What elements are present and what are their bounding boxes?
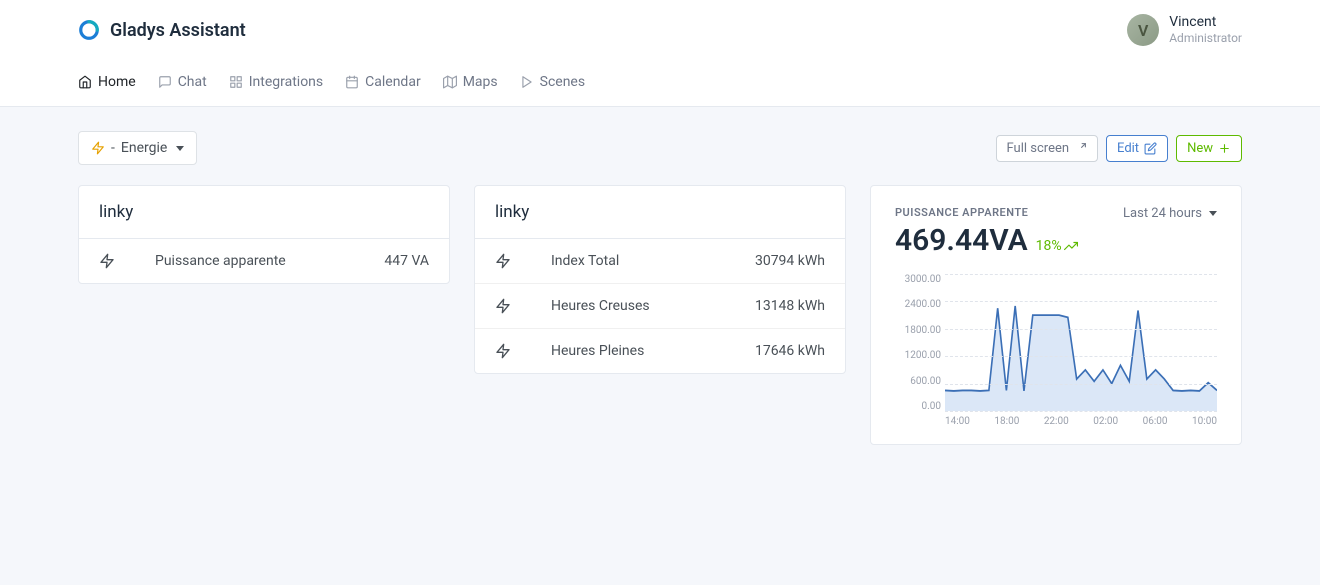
nav-scenes[interactable]: Scenes (520, 70, 585, 94)
chart-y-axis: 3000.002400.001800.001200.00600.000.00 (895, 274, 941, 412)
chart-title: PUISSANCE APPARENTE (895, 206, 1028, 219)
brand[interactable]: Gladys Assistant (78, 19, 246, 41)
chevron-down-icon (176, 146, 184, 151)
user-role: Administrator (1169, 31, 1242, 45)
map-icon (443, 75, 457, 89)
avatar: V (1127, 14, 1159, 46)
maximize-icon (1074, 142, 1087, 155)
zap-icon (495, 343, 511, 359)
fullscreen-button[interactable]: Full screen (996, 135, 1099, 162)
brand-title: Gladys Assistant (110, 20, 246, 41)
zap-icon (495, 298, 511, 314)
chart-range-selector[interactable]: Last 24 hours (1123, 206, 1217, 221)
card-title: linky (79, 186, 449, 239)
card-row: Index Total 30794 kWh (475, 239, 845, 284)
user-menu[interactable]: V Vincent Administrator (1127, 14, 1242, 46)
chart-line (945, 274, 1217, 411)
chart-delta: 18% (1036, 238, 1078, 254)
card-row: Heures Pleines 17646 kWh (475, 329, 845, 373)
zap-icon (91, 141, 105, 155)
nav-calendar[interactable]: Calendar (345, 70, 421, 94)
edit-icon (1144, 142, 1157, 155)
card-row: Puissance apparente 447 VA (79, 239, 449, 283)
card-title: linky (475, 186, 845, 239)
dashboard-selector[interactable]: - Energie (78, 131, 197, 165)
nav-maps[interactable]: Maps (443, 70, 498, 94)
card-linky-2: linky Index Total 30794 kWh Heures Creus… (474, 185, 846, 374)
chart-value: 469.44VA (895, 223, 1028, 258)
card-row: Heures Creuses 13148 kWh (475, 284, 845, 329)
new-button[interactable]: New (1176, 135, 1242, 162)
chart-card: PUISSANCE APPARENTE Last 24 hours 469.44… (870, 185, 1242, 445)
chevron-down-icon (1209, 211, 1217, 216)
chat-icon (158, 75, 172, 89)
chart-x-axis: 14:0018:0022:0002:0006:0010:00 (945, 412, 1217, 427)
trend-up-icon (1064, 239, 1078, 253)
nav-integrations[interactable]: Integrations (229, 70, 323, 94)
nav-home[interactable]: Home (78, 70, 136, 94)
card-linky-1: linky Puissance apparente 447 VA (78, 185, 450, 284)
plus-icon (1218, 142, 1231, 155)
zap-icon (495, 253, 511, 269)
calendar-icon (345, 75, 359, 89)
brand-logo-icon (78, 19, 100, 41)
edit-button[interactable]: Edit (1106, 135, 1168, 162)
grid-icon (229, 75, 243, 89)
chart-plot (945, 274, 1217, 412)
user-name: Vincent (1169, 15, 1242, 30)
home-icon (78, 75, 92, 89)
nav-chat[interactable]: Chat (158, 70, 207, 94)
play-icon (520, 75, 534, 89)
zap-icon (99, 253, 115, 269)
